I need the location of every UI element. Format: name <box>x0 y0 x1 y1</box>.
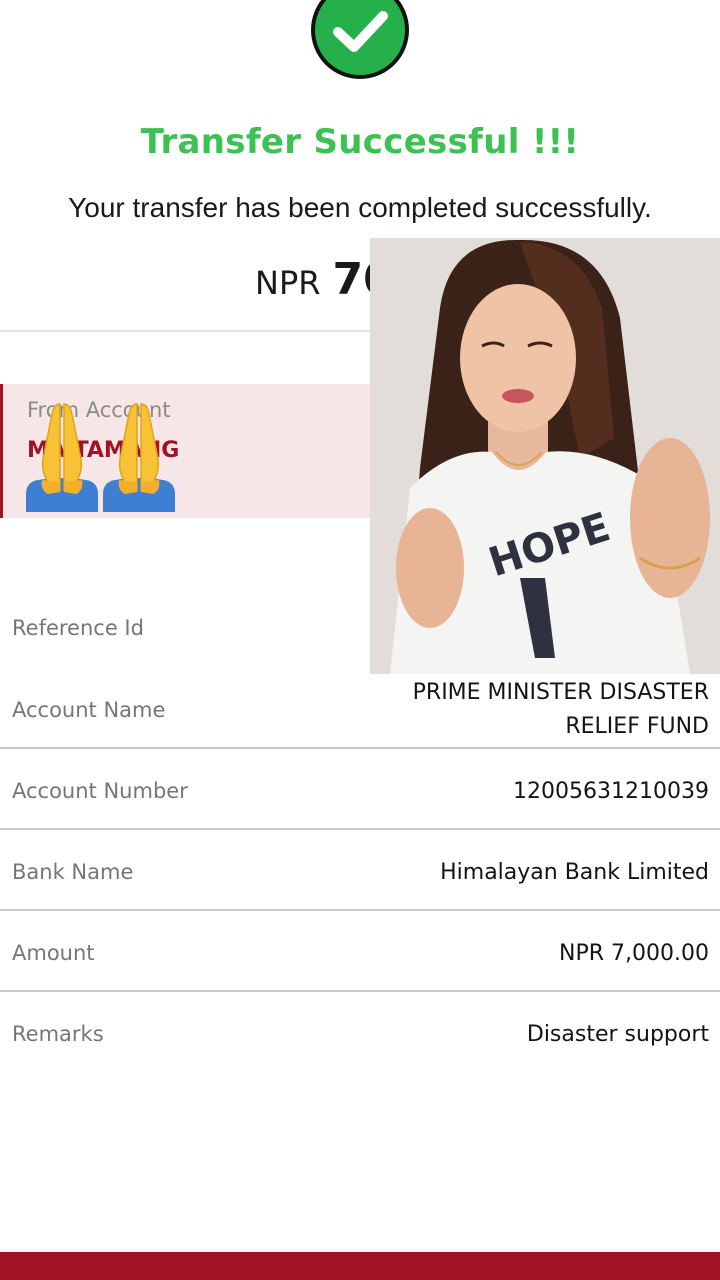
detail-label: Amount <box>12 941 95 965</box>
success-check-icon <box>311 0 409 79</box>
detail-value: Disaster support <box>526 1022 709 1047</box>
pray-emoji-icon <box>26 403 98 512</box>
detail-value: PRIME MINISTER DISASTER <box>412 680 709 705</box>
row-divider <box>0 990 720 992</box>
pray-emoji-icon <box>103 403 175 512</box>
detail-label: Bank Name <box>12 860 134 884</box>
detail-row-bank-name: Bank Name Himalayan Bank Limited <box>0 831 720 912</box>
detail-label: Account Name <box>12 698 166 722</box>
row-divider <box>0 909 720 911</box>
success-message: Your transfer has been completed success… <box>68 192 652 223</box>
page-title: Transfer Successful !!! <box>140 122 580 162</box>
detail-value-line2: RELIEF FUND <box>565 714 709 739</box>
detail-row-account-number: Account Number 12005631210039 <box>0 750 720 831</box>
detail-value: 12005631210039 <box>513 779 709 804</box>
detail-label: Reference Id <box>12 616 144 640</box>
detail-value: Himalayan Bank Limited <box>440 860 709 885</box>
detail-row-remarks: Remarks Disaster support <box>0 993 720 1074</box>
detail-label: Remarks <box>12 1022 104 1046</box>
row-divider <box>0 747 720 749</box>
detail-row-reference-id: Reference Id <box>0 588 720 669</box>
bottom-bar <box>0 1252 720 1280</box>
detail-label: Account Number <box>12 779 188 803</box>
detail-row-amount: Amount NPR 7,000.00 <box>0 912 720 993</box>
row-divider <box>0 828 720 830</box>
amount-currency: NPR <box>255 264 321 302</box>
detail-value: NPR 7,000.00 <box>559 941 709 966</box>
detail-row-account-name: Account Name PRIME MINISTER DISASTER REL… <box>0 668 720 748</box>
